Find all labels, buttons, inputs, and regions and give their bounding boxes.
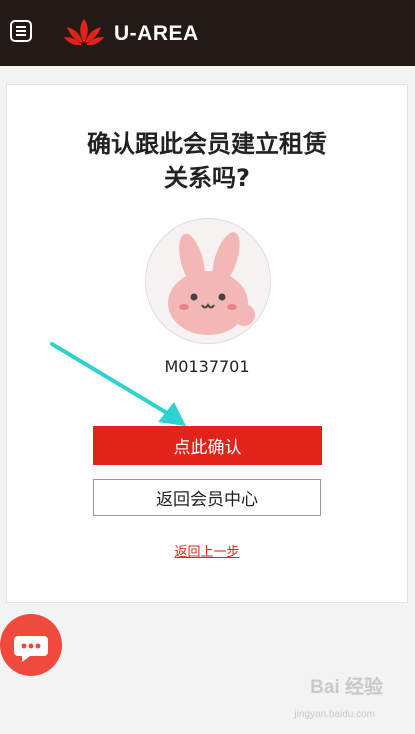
lotus-logo-icon <box>64 19 104 46</box>
back-one-step-link[interactable]: 返回上一步 <box>7 541 407 560</box>
pointer-arrow-annotation <box>50 342 186 426</box>
watermark-logo: Bai 经验 <box>310 677 383 698</box>
member-avatar <box>145 218 271 344</box>
bunny-avatar-icon <box>168 232 255 335</box>
watermark-site: jingyan.baidu.com <box>294 709 375 720</box>
watermark: Bai 经验 jingyan.baidu.com <box>273 670 403 720</box>
chat-button[interactable] <box>0 614 62 676</box>
back-to-member-center-button[interactable]: 返回会员中心 <box>93 479 321 516</box>
chat-bubble-icon <box>14 636 48 662</box>
confirm-question-title: 确认跟此会员建立租赁 关系吗? <box>87 130 327 192</box>
hamburger-menu-icon[interactable] <box>10 20 32 42</box>
brand-name: U-AREA <box>114 22 199 45</box>
top-navigation-bar: U-AREA <box>0 0 415 66</box>
